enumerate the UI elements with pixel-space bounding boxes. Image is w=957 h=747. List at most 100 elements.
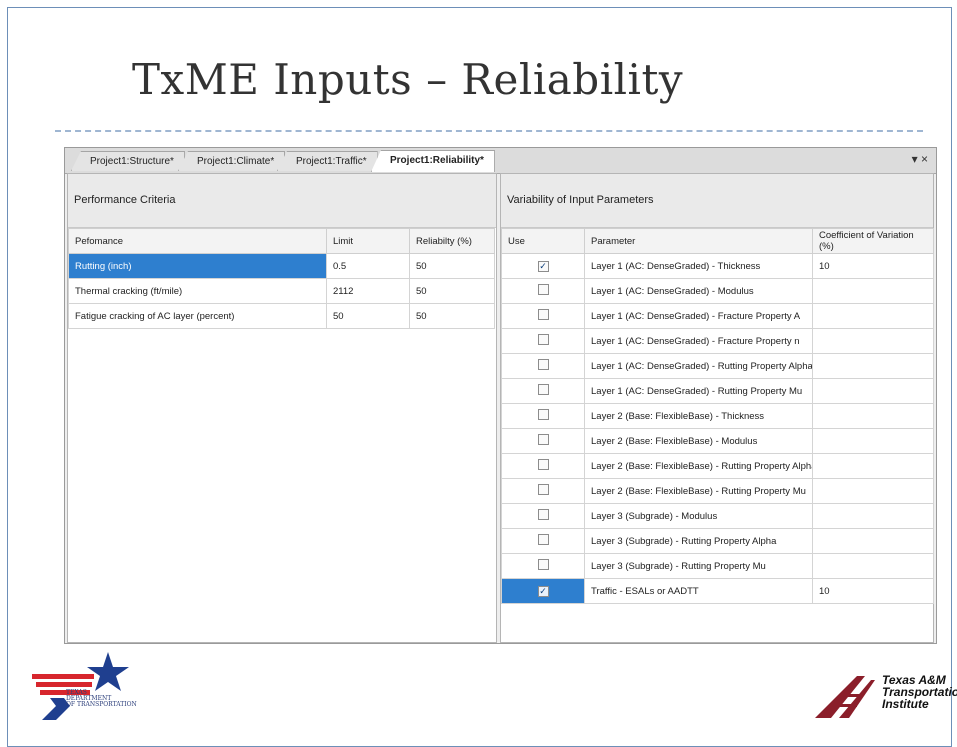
use-checkbox[interactable] [537,559,549,570]
use-cell [501,378,585,404]
variability-header: Variability of Input Parameters [501,174,933,228]
table-row[interactable]: Layer 2 (Base: FlexibleBase) - Rutting P… [501,478,934,504]
table-row[interactable]: Layer 1 (AC: DenseGraded) - Fracture Pro… [501,328,934,354]
cov-cell[interactable] [812,353,934,379]
table-row[interactable]: Layer 1 (AC: DenseGraded) - Rutting Prop… [501,353,934,379]
tab-structure[interactable]: Project1:Structure* [71,151,185,171]
parameter-cell[interactable]: Layer 1 (AC: DenseGraded) - Rutting Prop… [584,378,813,404]
table-row[interactable]: Layer 2 (Base: FlexibleBase) - Thickness [501,403,934,429]
use-checkbox-checked[interactable]: ✓ [537,260,549,272]
use-cell [501,328,585,354]
limit-cell[interactable]: 0.5 [326,253,410,279]
reliability-cell[interactable]: 50 [409,303,495,329]
parameter-cell[interactable]: Layer 3 (Subgrade) - Rutting Property Mu [584,553,813,579]
use-checkbox[interactable] [537,384,549,395]
performance-name-cell[interactable]: Rutting (inch) [68,253,327,279]
cov-cell[interactable] [812,278,934,304]
parameter-cell[interactable]: Layer 1 (AC: DenseGraded) - Thickness [584,253,813,279]
tab-bar: Project1:Structure* Project1:Climate* Pr… [65,148,936,174]
use-cell [501,353,585,379]
use-cell [501,453,585,479]
table-row[interactable]: Layer 1 (AC: DenseGraded) - Fracture Pro… [501,303,934,329]
column-header-reliability[interactable]: Reliabilty (%) [409,228,495,254]
use-checkbox[interactable] [537,309,549,320]
use-checkbox[interactable] [537,284,549,295]
table-row[interactable]: Layer 3 (Subgrade) - Modulus [501,503,934,529]
cov-cell[interactable] [812,503,934,529]
txdot-wordmark: TEXAS DEPARTMENT OF TRANSPORTATION [66,689,137,708]
tab-controls: ▾ × [912,152,928,166]
parameter-cell[interactable]: Traffic - ESALs or AADTT [584,578,813,604]
cov-cell[interactable] [812,478,934,504]
limit-cell[interactable]: 50 [326,303,410,329]
txdot-star-logo-icon [32,652,129,720]
use-checkbox[interactable] [537,409,549,420]
parameter-cell[interactable]: Layer 2 (Base: FlexibleBase) - Rutting P… [584,478,813,504]
parameter-cell[interactable]: Layer 1 (AC: DenseGraded) - Fracture Pro… [584,328,813,354]
table-row[interactable]: Layer 3 (Subgrade) - Rutting Property Mu [501,553,934,579]
table-row[interactable]: Layer 3 (Subgrade) - Rutting Property Al… [501,528,934,554]
table-header-row: Use Parameter Coefficient of Variation (… [501,228,934,254]
performance-header: Performance Criteria [68,174,496,228]
table-row[interactable]: Fatigue cracking of AC layer (percent) 50… [68,303,495,329]
slide-title: TxME Inputs – Reliability [132,55,684,104]
cov-cell[interactable] [812,403,934,429]
table-header-row: Pefomance Limit Reliabilty (%) [68,228,495,254]
use-checkbox[interactable] [537,334,549,345]
tab-climate[interactable]: Project1:Climate* [178,151,286,171]
use-checkbox-checked[interactable]: ✓ [537,585,549,597]
performance-name-cell[interactable]: Thermal cracking (ft/mile) [68,278,327,304]
chevron-down-icon[interactable]: ▾ [912,152,918,166]
cov-cell[interactable] [812,328,934,354]
table-row[interactable]: Rutting (inch) 0.5 50 [68,253,495,279]
parameter-cell[interactable]: Layer 1 (AC: DenseGraded) - Rutting Prop… [584,353,813,379]
table-row[interactable]: ✓ Layer 1 (AC: DenseGraded) - Thickness 10 [501,253,934,279]
use-checkbox[interactable] [537,459,549,470]
column-header-cov[interactable]: Coefficient of Variation (%) [812,228,934,254]
table-row[interactable]: Layer 2 (Base: FlexibleBase) - Rutting P… [501,453,934,479]
column-header-performance[interactable]: Pefomance [68,228,327,254]
parameter-cell[interactable]: Layer 2 (Base: FlexibleBase) - Modulus [584,428,813,454]
parameter-cell[interactable]: Layer 2 (Base: FlexibleBase) - Rutting P… [584,453,813,479]
table-row[interactable]: Layer 2 (Base: FlexibleBase) - Modulus [501,428,934,454]
use-cell [501,553,585,579]
column-header-parameter[interactable]: Parameter [584,228,813,254]
performance-name-cell[interactable]: Fatigue cracking of AC layer (percent) [68,303,327,329]
table-row[interactable]: Thermal cracking (ft/mile) 2112 50 [68,278,495,304]
use-cell [501,528,585,554]
use-checkbox[interactable] [537,359,549,370]
table-row[interactable]: Layer 1 (AC: DenseGraded) - Rutting Prop… [501,378,934,404]
use-cell: ✓ [501,253,585,279]
parameter-cell[interactable]: Layer 3 (Subgrade) - Rutting Property Al… [584,528,813,554]
tti-road-logo-icon [815,676,875,718]
reliability-cell[interactable]: 50 [409,278,495,304]
cov-cell[interactable]: 10 [812,253,934,279]
parameter-cell[interactable]: Layer 1 (AC: DenseGraded) - Fracture Pro… [584,303,813,329]
cov-cell[interactable] [812,528,934,554]
table-row[interactable]: ✓ Traffic - ESALs or AADTT 10 [501,578,934,604]
use-checkbox[interactable] [537,534,549,545]
parameter-cell[interactable]: Layer 3 (Subgrade) - Modulus [584,503,813,529]
use-cell [501,478,585,504]
column-header-use[interactable]: Use [501,228,585,254]
cov-cell[interactable] [812,428,934,454]
use-checkbox[interactable] [537,434,549,445]
close-icon[interactable]: × [921,152,928,166]
cov-cell[interactable]: 10 [812,578,934,604]
use-checkbox[interactable] [537,509,549,520]
cov-cell[interactable] [812,453,934,479]
limit-cell[interactable]: 2112 [326,278,410,304]
cov-cell[interactable] [812,303,934,329]
cov-cell[interactable] [812,553,934,579]
performance-table: Pefomance Limit Reliabilty (%) Rutting (… [68,228,495,329]
tab-reliability[interactable]: Project1:Reliability* [371,150,495,172]
cov-cell[interactable] [812,378,934,404]
use-checkbox[interactable] [537,484,549,495]
column-header-limit[interactable]: Limit [326,228,410,254]
table-row[interactable]: Layer 1 (AC: DenseGraded) - Modulus [501,278,934,304]
parameter-cell[interactable]: Layer 2 (Base: FlexibleBase) - Thickness [584,403,813,429]
use-cell [501,403,585,429]
tab-traffic[interactable]: Project1:Traffic* [277,151,378,171]
reliability-cell[interactable]: 50 [409,253,495,279]
parameter-cell[interactable]: Layer 1 (AC: DenseGraded) - Modulus [584,278,813,304]
